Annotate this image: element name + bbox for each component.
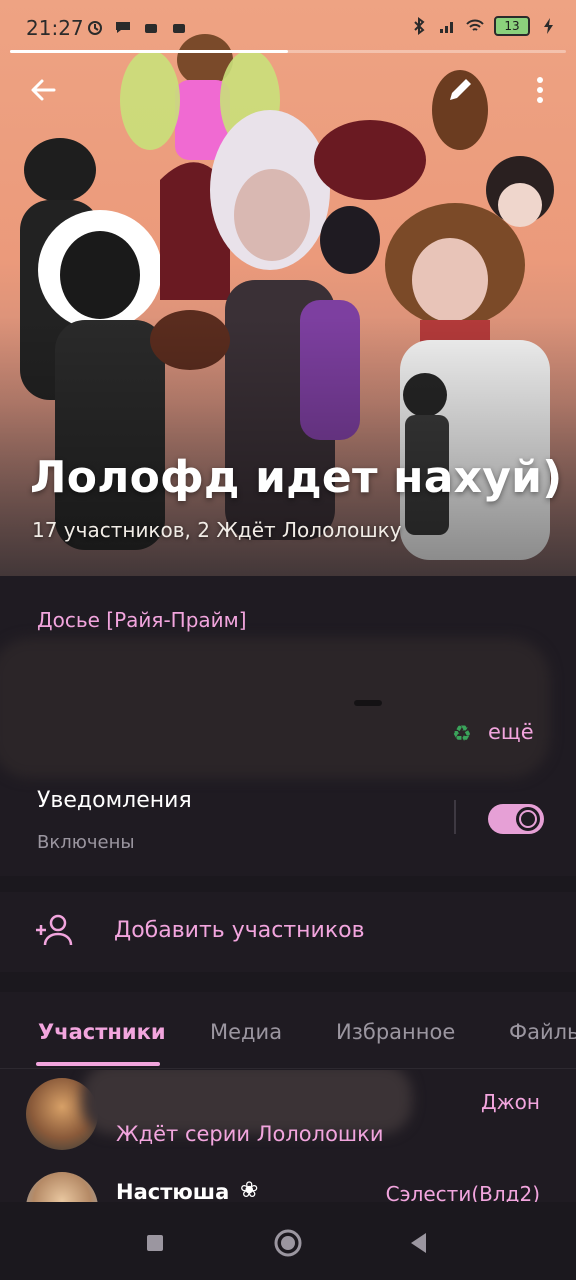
members-list: Ждёт серии Лололошки Джон Настюша ❀ Сэле…	[0, 1070, 576, 1202]
notifications-status: Включены	[37, 832, 135, 853]
member-name: Настюша	[116, 1180, 230, 1202]
android-icon	[173, 24, 185, 33]
tab-saved[interactable]: Избранное	[336, 1020, 455, 1044]
member-status: Ждёт серии Лололошки	[116, 1122, 384, 1146]
flower-emoji-icon: ❀	[240, 1178, 259, 1202]
tab-media[interactable]: Медиа	[210, 1020, 282, 1044]
member-role: Сэлести(Влд2)	[385, 1182, 540, 1202]
recents-square-icon[interactable]	[138, 1226, 172, 1260]
status-time: 21:27	[26, 16, 84, 40]
signal-icon	[440, 22, 453, 33]
blurred-description	[0, 638, 550, 778]
charging-icon	[544, 18, 553, 34]
group-title: Лолофд идет нахуй)	[30, 452, 563, 503]
home-circle-icon[interactable]	[271, 1226, 305, 1260]
group-info-section: Досье [Райя-Прайм] ♻ ещё Уведомления Вкл…	[0, 576, 576, 876]
story-progress-bar	[10, 50, 566, 53]
bluetooth-icon	[414, 17, 425, 35]
tabs-divider	[0, 1068, 576, 1069]
member-role: Джон	[481, 1090, 540, 1114]
recycle-icon: ♻	[452, 722, 472, 747]
alarm-icon	[88, 21, 102, 35]
list-item[interactable]: Настюша ❀ Сэлести(Влд2)	[0, 1166, 576, 1202]
group-description-label: Досье [Райя-Прайм]	[37, 608, 247, 632]
status-notification-icons	[86, 18, 188, 36]
notifications-toggle[interactable]	[488, 804, 544, 834]
show-more-link[interactable]: ещё	[488, 720, 534, 744]
edit-pencil-icon[interactable]	[440, 70, 480, 110]
tab-members[interactable]: Участники	[38, 1020, 166, 1044]
status-system-icons: 13	[410, 16, 558, 36]
more-vertical-icon[interactable]	[520, 70, 560, 110]
chat-icon	[116, 22, 130, 33]
notifications-title[interactable]: Уведомления	[37, 788, 192, 813]
system-navigation-bar	[0, 1202, 576, 1280]
add-members-row[interactable]: Добавить участников	[0, 892, 576, 972]
avatar[interactable]	[26, 1172, 98, 1202]
toggle-knob	[516, 807, 540, 831]
blurred-mark	[354, 700, 382, 706]
android-icon	[145, 24, 157, 33]
story-progress-fill	[10, 50, 288, 53]
battery-indicator: 13	[494, 16, 530, 36]
tab-files[interactable]: Файлы	[509, 1020, 576, 1044]
list-item[interactable]: Ждёт серии Лололошки Джон	[0, 1070, 576, 1166]
wifi-icon	[466, 19, 484, 31]
group-subtitle: 17 участников, 2 Ждёт Лололошку	[32, 518, 402, 542]
back-triangle-icon[interactable]	[402, 1226, 436, 1260]
profile-tabs: Участники Медиа Избранное Файлы	[0, 992, 576, 1070]
vertical-divider	[454, 800, 456, 834]
active-tab-indicator	[36, 1062, 160, 1066]
back-arrow-icon[interactable]	[24, 70, 64, 110]
add-person-icon	[36, 914, 73, 946]
group-header-image: 21:27 13 Лолофд идет нахуй) 17 участнико…	[0, 0, 576, 576]
add-members-label: Добавить участников	[114, 918, 365, 943]
